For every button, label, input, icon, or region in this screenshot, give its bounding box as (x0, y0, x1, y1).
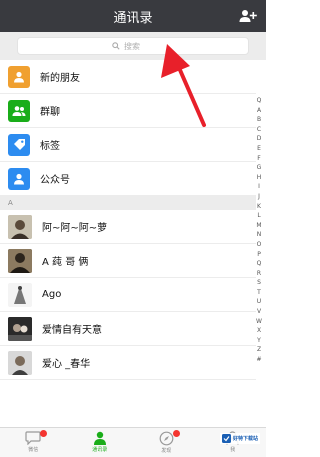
contact-row[interactable]: 阿~阿~阿~萝 (0, 210, 256, 244)
function-row-tags[interactable]: 标签 (0, 128, 256, 162)
index-letter[interactable]: S (257, 278, 261, 288)
contact-row[interactable]: Ago (0, 278, 256, 312)
search-bar (0, 32, 266, 60)
index-letter[interactable]: N (257, 230, 262, 240)
index-letter[interactable]: B (257, 115, 261, 125)
alphabet-index[interactable]: Q A B C D E F G H I J K L M N O P Q R S … (254, 96, 264, 365)
add-contact-icon (239, 10, 257, 22)
avatar (8, 248, 32, 273)
index-letter[interactable]: F (257, 154, 260, 164)
index-letter[interactable]: O (257, 240, 262, 250)
contact-name: Ago (42, 289, 62, 300)
contacts-icon (93, 431, 106, 445)
tab-discover[interactable]: 发现 (133, 428, 199, 457)
avatar (8, 350, 32, 375)
tag-icon (8, 133, 30, 156)
discover-badge (173, 430, 181, 437)
index-letter[interactable]: U (257, 297, 261, 307)
function-label: 群聊 (40, 107, 60, 118)
add-contact-button[interactable] (238, 6, 258, 26)
tab-label: 发现 (161, 448, 172, 454)
index-letter[interactable]: V (257, 307, 261, 317)
avatar (8, 214, 32, 239)
contact-row[interactable]: A 莼 哥 俩 (0, 244, 256, 278)
function-row-official-accounts[interactable]: 公众号 (0, 162, 256, 196)
index-letter[interactable]: G (257, 163, 262, 173)
index-letter[interactable]: Y (257, 336, 261, 346)
function-row-new-friends[interactable]: 新的朋友 (0, 60, 256, 94)
site-watermark: 好特下载站 (219, 433, 260, 444)
official-account-icon (8, 167, 30, 190)
index-letter[interactable]: R (257, 269, 261, 279)
chat-bubble-icon (25, 431, 41, 445)
index-letter[interactable]: C (257, 125, 261, 135)
index-letter[interactable]: J (258, 192, 260, 202)
avatar (8, 282, 32, 307)
index-letter[interactable]: # (256, 355, 261, 365)
section-header-a: A (0, 196, 256, 210)
page-title: 通讯录 (113, 10, 153, 26)
index-letter[interactable]: K (257, 202, 261, 212)
index-letter[interactable]: D (257, 134, 262, 144)
tab-label: 我 (230, 447, 236, 453)
index-letter[interactable]: M (256, 221, 261, 231)
unread-badge (40, 430, 48, 437)
tab-label: 微信 (28, 447, 39, 453)
group-chat-icon (8, 99, 30, 122)
index-letter[interactable]: I (258, 182, 260, 192)
contact-name: A 莼 哥 俩 (42, 257, 89, 268)
search-icon (112, 42, 120, 50)
contact-name: 爱心 _春华 (42, 359, 91, 370)
compass-icon (159, 431, 174, 446)
title-bar: 通讯录 (0, 0, 266, 32)
watermark-logo-icon (221, 434, 231, 443)
index-letter[interactable]: Z (257, 345, 261, 355)
index-letter[interactable]: A (257, 106, 261, 116)
watermark-text: 好特下载站 (232, 436, 258, 442)
function-row-group-chat[interactable]: 群聊 (0, 94, 256, 128)
index-letter[interactable]: H (257, 173, 262, 183)
contact-name: 爱情自有天意 (42, 325, 102, 336)
index-letter[interactable]: X (257, 326, 261, 336)
index-letter[interactable]: T (257, 288, 261, 298)
contact-row[interactable]: 爱心 _春华 (0, 346, 256, 380)
contact-name: 阿~阿~阿~萝 (42, 223, 108, 234)
search-input[interactable] (124, 41, 154, 51)
avatar (8, 316, 32, 341)
index-letter[interactable]: P (257, 250, 261, 260)
index-letter[interactable]: Q (257, 96, 262, 106)
search-box[interactable] (17, 37, 249, 55)
contact-row[interactable]: 爱情自有天意 (0, 312, 256, 346)
tab-chats[interactable]: 微信 (0, 428, 66, 457)
contact-list: 新的朋友 群聊 标签 公众号 A 阿~阿~阿~萝 A 莼 哥 俩 Ago 爱情自… (0, 60, 256, 380)
function-label: 标签 (40, 141, 60, 152)
function-label: 新的朋友 (40, 73, 80, 84)
index-letter[interactable]: L (257, 211, 260, 221)
index-letter[interactable]: E (257, 144, 261, 154)
index-letter[interactable]: Q (257, 259, 262, 269)
tab-label: 通讯录 (92, 447, 108, 453)
function-label: 公众号 (40, 175, 70, 186)
new-friend-icon (8, 65, 30, 88)
index-letter[interactable]: W (256, 317, 262, 327)
tab-contacts[interactable]: 通讯录 (67, 428, 133, 457)
